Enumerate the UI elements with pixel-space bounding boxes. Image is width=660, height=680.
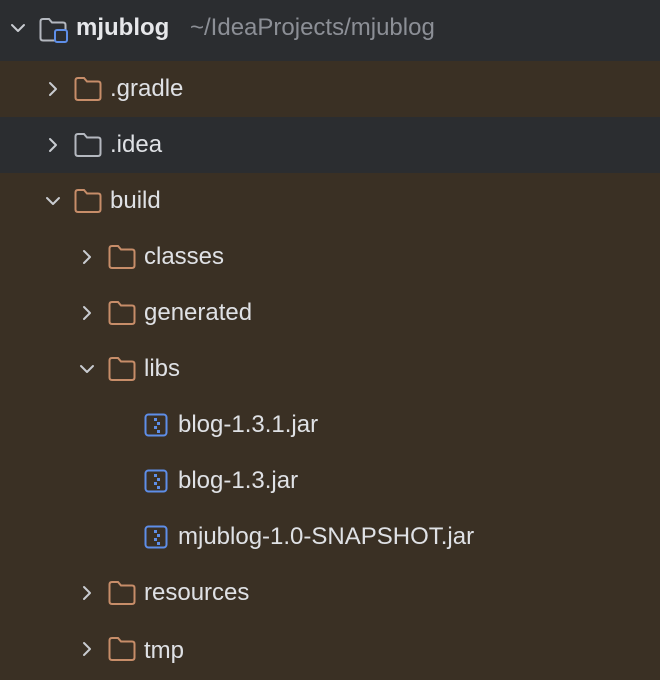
tree-label: libs	[144, 355, 181, 382]
folder-icon	[108, 356, 136, 382]
tree-row-libs[interactable]: libs	[0, 341, 660, 397]
tree-label: blog-1.3.jar	[178, 467, 299, 494]
chevron-down-icon[interactable]	[45, 193, 61, 209]
tree-label: tmp	[144, 636, 185, 664]
tree-label: resources	[144, 579, 250, 606]
tree-label: build	[110, 187, 161, 214]
chevron-right-icon[interactable]	[79, 305, 95, 321]
tree-row-gradle[interactable]: .gradle	[0, 61, 660, 117]
project-tree: mjublog ~/IdeaProjects/mjublog .gradle .…	[0, 0, 660, 680]
tree-label: mjublog-1.0-SNAPSHOT.jar	[178, 523, 475, 550]
project-path: ~/IdeaProjects/mjublog	[190, 14, 435, 41]
tree-row-tmp[interactable]: tmp	[0, 621, 660, 680]
chevron-down-icon[interactable]	[79, 361, 95, 377]
tree-row-jar[interactable]: mjublog-1.0-SNAPSHOT.jar	[0, 509, 660, 565]
tree-row-generated[interactable]: generated	[0, 285, 660, 341]
tree-row-build[interactable]: build	[0, 173, 660, 229]
folder-icon	[108, 300, 136, 326]
folder-icon	[108, 636, 136, 662]
jar-archive-icon	[144, 525, 168, 549]
folder-icon	[74, 132, 102, 158]
tree-row-resources[interactable]: resources	[0, 565, 660, 621]
chevron-right-icon[interactable]	[79, 249, 95, 265]
chevron-down-icon[interactable]	[10, 20, 26, 36]
folder-icon	[74, 188, 102, 214]
chevron-right-icon[interactable]	[45, 137, 61, 153]
project-name: mjublog	[76, 14, 170, 41]
folder-icon	[108, 244, 136, 270]
tree-label: blog-1.3.1.jar	[178, 411, 319, 438]
chevron-right-icon[interactable]	[79, 641, 95, 657]
tree-row-jar[interactable]: blog-1.3.jar	[0, 453, 660, 509]
tree-row-idea[interactable]: .idea	[0, 117, 660, 173]
tree-label: .gradle	[110, 75, 184, 102]
chevron-right-icon[interactable]	[45, 81, 61, 97]
divider	[0, 56, 660, 61]
tree-label: .idea	[110, 131, 163, 158]
project-folder-icon	[38, 16, 70, 44]
folder-icon	[74, 76, 102, 102]
jar-archive-icon	[144, 469, 168, 493]
tree-label: generated	[144, 299, 253, 326]
chevron-right-icon[interactable]	[79, 585, 95, 601]
tree-label: classes	[144, 243, 225, 270]
tree-row-project-root[interactable]: mjublog ~/IdeaProjects/mjublog	[0, 0, 660, 56]
folder-icon	[108, 580, 136, 606]
tree-row-jar[interactable]: blog-1.3.1.jar	[0, 397, 660, 453]
jar-archive-icon	[144, 413, 168, 437]
tree-row-classes[interactable]: classes	[0, 229, 660, 285]
